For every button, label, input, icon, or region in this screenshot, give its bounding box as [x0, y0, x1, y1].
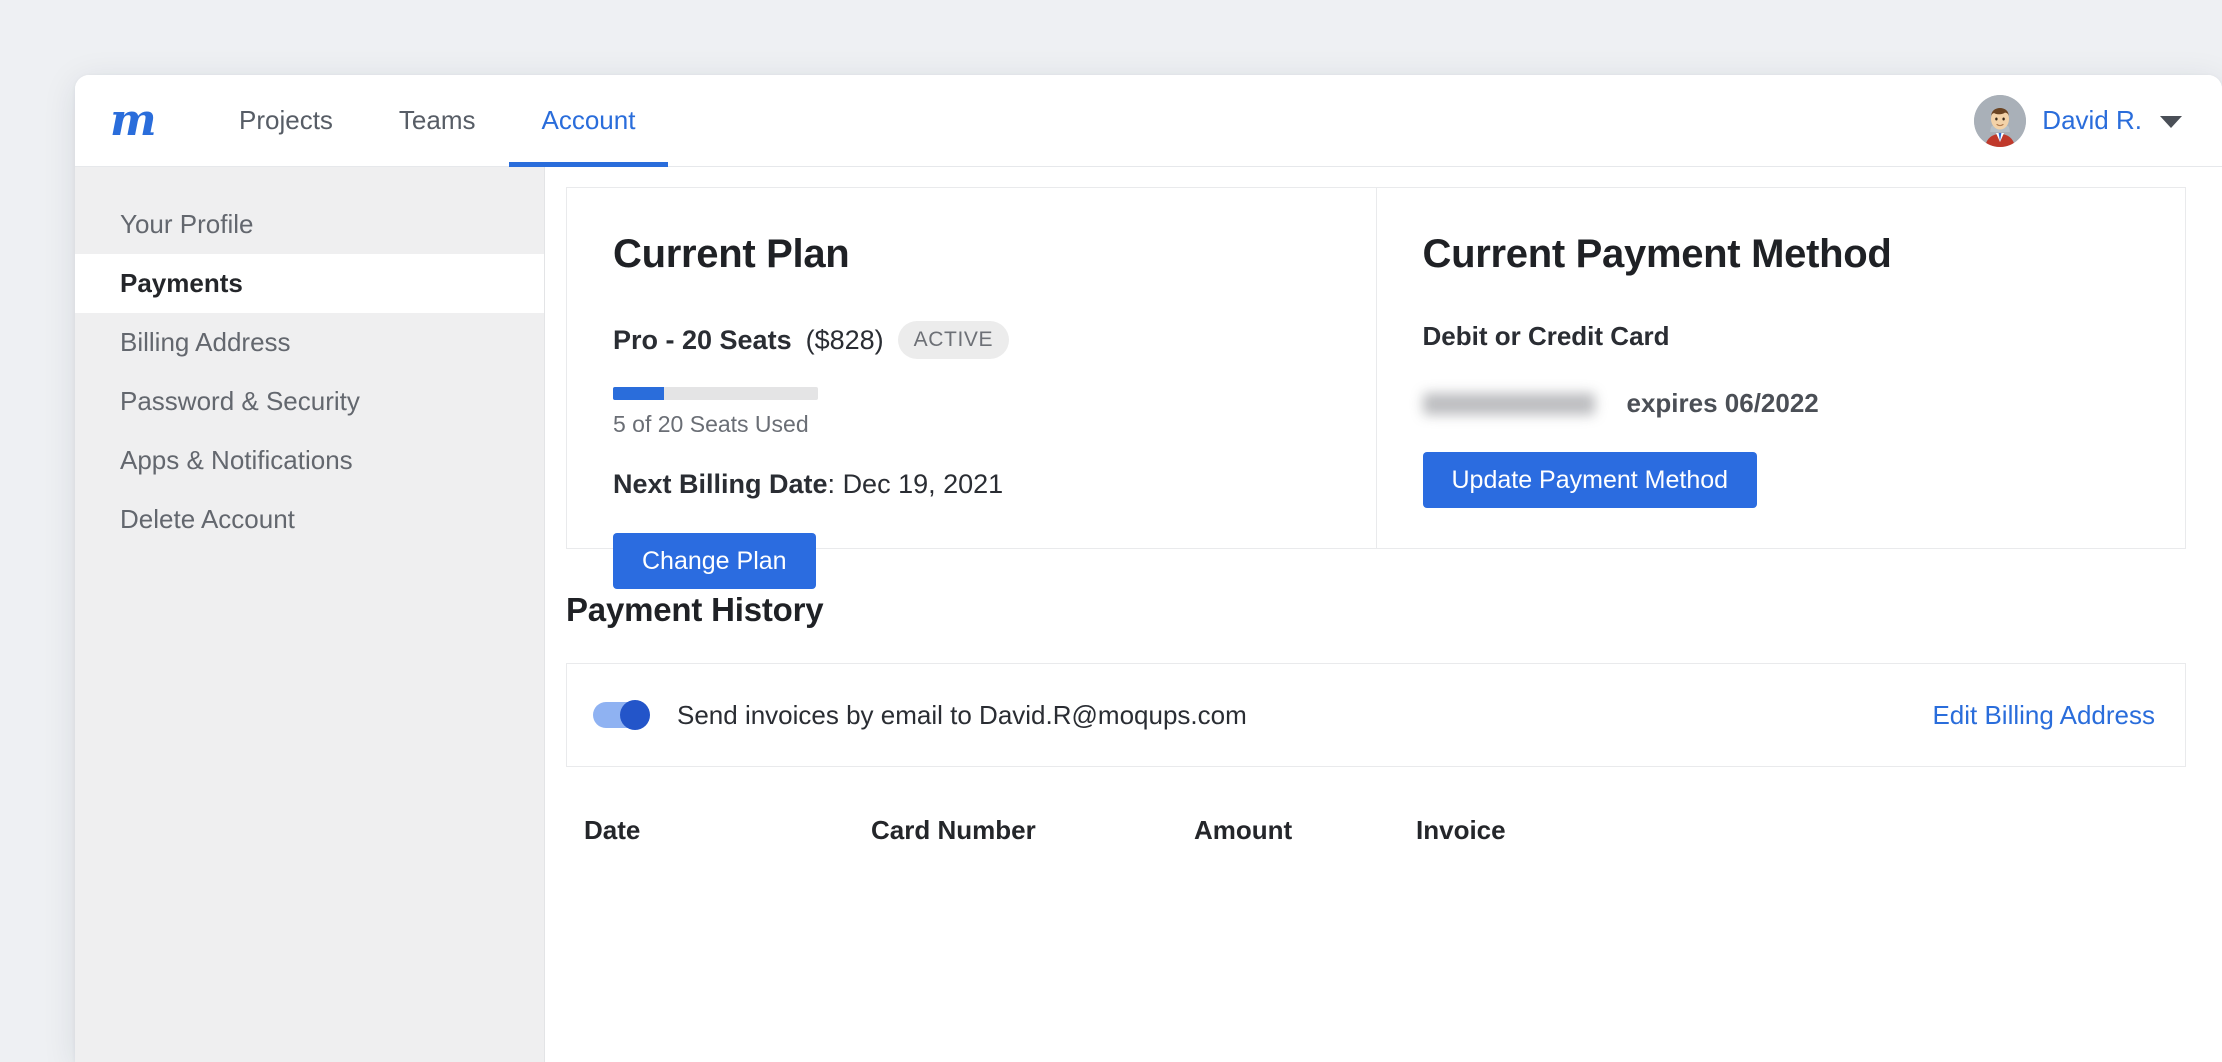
main-content: Current Plan Pro - 20 Seats ($828) ACTIV… — [545, 167, 2222, 1062]
plan-price: ($828) — [806, 325, 884, 356]
payment-method-row: expires 06/2022 — [1423, 388, 2140, 419]
next-billing-colon: : — [828, 469, 843, 499]
sidebar-item-apps-notifications[interactable]: Apps & Notifications — [75, 431, 544, 490]
toggle-knob — [620, 700, 650, 730]
top-navigation-bar: m Projects Teams Account — [75, 75, 2222, 167]
current-plan-card: Current Plan Pro - 20 Seats ($828) ACTIV… — [567, 188, 1376, 548]
payment-method-title: Current Payment Method — [1423, 232, 2140, 277]
tab-account[interactable]: Account — [509, 75, 669, 167]
payment-history-title: Payment History — [566, 591, 2186, 629]
change-plan-button[interactable]: Change Plan — [613, 533, 816, 589]
plan-name: Pro - 20 Seats — [613, 325, 792, 356]
sidebar-item-payments[interactable]: Payments — [75, 254, 544, 313]
send-invoices-label: Send invoices by email to David.R@moqups… — [677, 700, 1247, 731]
account-sidebar: Your Profile Payments Billing Address Pa… — [75, 167, 545, 1062]
column-header-card-number: Card Number — [871, 815, 1194, 846]
avatar — [1974, 95, 2026, 147]
payment-history-table: Date Card Number Amount Invoice — [566, 797, 2186, 860]
main-tabs: Projects Teams Account — [206, 75, 668, 167]
payment-method-subtitle: Debit or Credit Card — [1423, 321, 2140, 352]
next-billing-label: Next Billing Date — [613, 469, 828, 499]
seats-used-label: 5 of 20 Seats Used — [613, 411, 1330, 438]
column-header-invoice: Invoice — [1416, 815, 1616, 846]
invoice-email-row: Send invoices by email to David.R@moqups… — [566, 663, 2186, 767]
username-label: David R. — [2042, 105, 2142, 136]
edit-billing-address-link[interactable]: Edit Billing Address — [1932, 700, 2155, 731]
sidebar-item-password-security[interactable]: Password & Security — [75, 372, 544, 431]
tab-projects[interactable]: Projects — [206, 75, 366, 167]
user-menu[interactable]: David R. — [1974, 95, 2182, 147]
current-payment-method-card: Current Payment Method Debit or Credit C… — [1376, 188, 2186, 548]
plan-summary-row: Pro - 20 Seats ($828) ACTIVE — [613, 321, 1330, 359]
moqups-logo[interactable]: m — [110, 99, 182, 143]
status-badge: ACTIVE — [898, 321, 1009, 359]
tab-teams[interactable]: Teams — [366, 75, 509, 167]
column-header-date: Date — [566, 815, 871, 846]
table-header-row: Date Card Number Amount Invoice — [566, 797, 2186, 860]
update-payment-method-button[interactable]: Update Payment Method — [1423, 452, 1758, 508]
column-header-amount: Amount — [1194, 815, 1416, 846]
card-expiry-label: expires 06/2022 — [1627, 388, 1819, 419]
seats-progress-bar — [613, 387, 818, 400]
billing-summary-cards: Current Plan Pro - 20 Seats ($828) ACTIV… — [566, 187, 2186, 549]
sidebar-item-billing-address[interactable]: Billing Address — [75, 313, 544, 372]
app-window: m Projects Teams Account — [75, 75, 2222, 1062]
current-plan-title: Current Plan — [613, 232, 1330, 277]
chevron-down-icon[interactable] — [2160, 116, 2182, 128]
sidebar-item-delete-account[interactable]: Delete Account — [75, 490, 544, 549]
seats-progress-fill — [613, 387, 664, 400]
page-body: Your Profile Payments Billing Address Pa… — [75, 167, 2222, 1062]
next-billing-row: Next Billing Date: Dec 19, 2021 — [613, 469, 1330, 500]
next-billing-date: Dec 19, 2021 — [843, 469, 1004, 499]
card-number-redacted — [1423, 393, 1595, 415]
send-invoices-toggle[interactable] — [593, 700, 649, 730]
sidebar-item-your-profile[interactable]: Your Profile — [75, 195, 544, 254]
seats-progress-wrap: 5 of 20 Seats Used — [613, 387, 1330, 438]
screen: m Projects Teams Account — [0, 0, 2222, 1062]
